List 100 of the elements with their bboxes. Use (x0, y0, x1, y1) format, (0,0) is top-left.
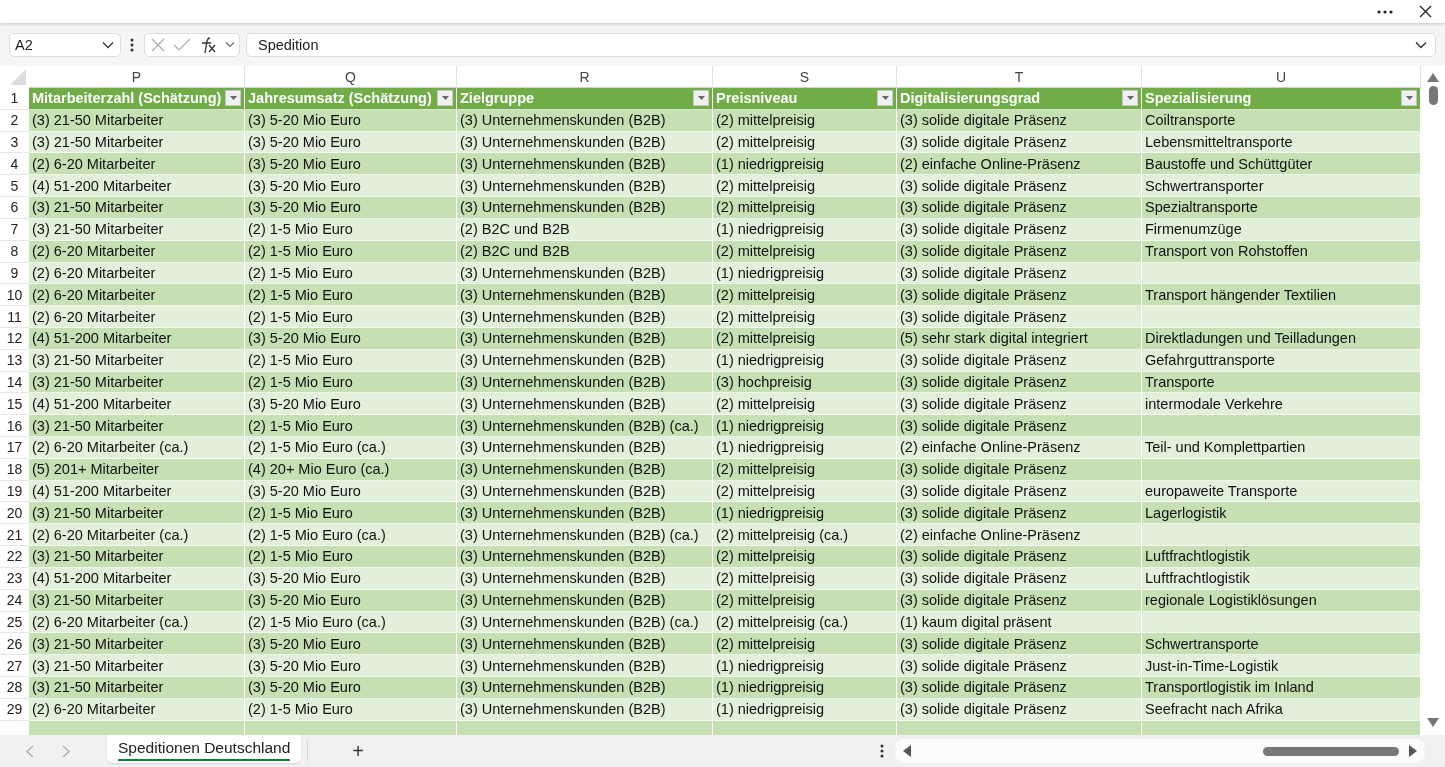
table-cell: (1) kaum digital präsent (897, 611, 1142, 634)
filter-button[interactable] (225, 90, 241, 107)
caret-icon[interactable] (1405, 96, 1413, 101)
table-cell: Spezialtransporte (1142, 197, 1421, 219)
scrollbar-thumb[interactable] (1263, 746, 1399, 756)
name-box[interactable]: A2 (9, 32, 121, 57)
table-cell: Gefahrguttransporte (1142, 349, 1421, 372)
header-label: Jahresumsatz (Schätzung) (248, 90, 432, 107)
caret-icon[interactable] (441, 96, 449, 101)
add-sheet-button[interactable]: + (348, 739, 369, 763)
table-cell: Baustoffe und Schüttgüter (1142, 153, 1421, 176)
table-cell: (2) 1-5 Mio Euro (245, 306, 457, 328)
table-cell: Transport von Rohstoffen (1142, 240, 1421, 263)
table-cell: (2) einfache Online-Präsenz (897, 524, 1142, 547)
table-cell: (3) Unternehmenskunden (B2B) (ca.) (457, 415, 713, 437)
filter-button[interactable] (1122, 90, 1138, 107)
scroll-right-icon[interactable] (1409, 745, 1417, 757)
chevron-down-icon[interactable] (225, 41, 235, 48)
table-cell: (2) 6-20 Mitarbeiter (29, 153, 245, 176)
filter-button[interactable] (877, 90, 893, 107)
table-cell: (3) solide digitale Präsenz (897, 109, 1142, 132)
table-cell: (4) 51-200 Mitarbeiter (29, 327, 245, 350)
table-cell: (5) 201+ Mitarbeiter (29, 458, 245, 481)
table-cell: (3) solide digitale Präsenz (897, 218, 1142, 241)
table-cell: (3) solide digitale Präsenz (897, 655, 1142, 677)
table-cell: (3) 21-50 Mitarbeiter (29, 109, 245, 132)
table-cell: (2) mittelpreisig (713, 546, 897, 568)
scrollbar-thumb[interactable] (1429, 86, 1438, 105)
table-cell: (3) solide digitale Präsenz (897, 306, 1142, 328)
table-cell: (3) Unternehmenskunden (B2B) (457, 480, 713, 503)
table-cell: (3) Unternehmenskunden (B2B) (457, 327, 713, 350)
table-cell: (3) 21-50 Mitarbeiter (29, 371, 245, 394)
table-cell: (3) solide digitale Präsenz (897, 698, 1142, 721)
table-cell: (3) solide digitale Präsenz (897, 589, 1142, 612)
header-label: Spezialisierung (1145, 90, 1252, 107)
close-icon[interactable] (1418, 5, 1432, 18)
table-cell: Direktladungen und Teilladungen (1142, 327, 1421, 350)
table-cell: (3) 5-20 Mio Euro (245, 480, 457, 503)
table-cell: (2) mittelpreisig (713, 284, 897, 307)
table-cell: (2) 1-5 Mio Euro (245, 218, 457, 241)
table-cell: (3) Unternehmenskunden (B2B) (457, 676, 713, 699)
horizontal-scrollbar[interactable] (895, 739, 1425, 763)
table-cell: (3) solide digitale Präsenz (897, 546, 1142, 568)
formula-field[interactable]: Spedition (246, 32, 1436, 57)
table-cell: (2) einfache Online-Präsenz (897, 437, 1142, 459)
table-cell: Seefracht nach Afrika (1142, 698, 1421, 721)
table-cell: (2) 1-5 Mio Euro (245, 415, 457, 437)
caret-icon[interactable] (229, 96, 237, 101)
table-cell: (3) solide digitale Präsenz (897, 131, 1142, 154)
caret-icon[interactable] (1126, 96, 1134, 101)
table-cell: (3) 21-50 Mitarbeiter (29, 676, 245, 699)
table-cell: Schwertransporte (1142, 633, 1421, 656)
table-cell: (3) 5-20 Mio Euro (245, 175, 457, 198)
table-cell: (3) 5-20 Mio Euro (245, 327, 457, 350)
table-cell: (3) solide digitale Präsenz (897, 284, 1142, 307)
chevron-down-icon[interactable] (1415, 40, 1427, 49)
table-cell: (3) Unternehmenskunden (B2B) (457, 175, 713, 198)
table-cell: Transport hängender Textilien (1142, 284, 1421, 307)
table-cell: (2) 6-20 Mitarbeiter (29, 262, 245, 285)
table-cell: Luftfrachtlogistik (1142, 546, 1421, 568)
table-cell: (3) Unternehmenskunden (B2B) (457, 458, 713, 481)
table-cell: (3) 5-20 Mio Euro (245, 589, 457, 612)
table-cell: (2) 6-20 Mitarbeiter (ca.) (29, 611, 245, 634)
sheet-tab[interactable]: Speditionen Deutschland (107, 735, 302, 763)
filter-button[interactable] (437, 90, 453, 107)
table-cell: (2) mittelpreisig (713, 240, 897, 263)
check-icon[interactable] (173, 37, 191, 52)
filter-button[interactable] (693, 90, 709, 107)
table-cell: europaweite Transporte (1142, 480, 1421, 503)
header-label: Mitarbeiterzahl (Schätzung) (32, 90, 222, 107)
filter-button[interactable] (1401, 90, 1417, 107)
table-cell: (1) niedrigpreisig (713, 502, 897, 525)
function-icon[interactable] (199, 35, 217, 54)
table-cell: (1) niedrigpreisig (713, 262, 897, 285)
scroll-down-icon[interactable] (1427, 718, 1439, 727)
table-cell: (2) 6-20 Mitarbeiter (29, 306, 245, 328)
chevron-down-icon[interactable] (102, 40, 114, 49)
table-cell: (2) einfache Online-Präsenz (897, 153, 1142, 176)
table-cell: Teil- und Komplettpartien (1142, 437, 1421, 459)
scroll-up-icon[interactable] (1427, 73, 1439, 82)
table-cell: (1) niedrigpreisig (713, 153, 897, 176)
caret-icon[interactable] (881, 96, 889, 101)
table-cell: (3) solide digitale Präsenz (897, 502, 1142, 525)
table-cell: (3) solide digitale Präsenz (897, 240, 1142, 263)
table-cell: (1) niedrigpreisig (713, 437, 897, 459)
more-options-icon[interactable] (880, 744, 884, 758)
table-cell: (3) solide digitale Präsenz (897, 415, 1142, 437)
table-cell: (3) 21-50 Mitarbeiter (29, 655, 245, 677)
more-options-icon[interactable] (1376, 8, 1394, 15)
table-cell: (3) 5-20 Mio Euro (245, 676, 457, 699)
table-cell: (2) 1-5 Mio Euro (245, 371, 457, 394)
table-cell: (3) 21-50 Mitarbeiter (29, 633, 245, 656)
table-cell: (3) Unternehmenskunden (B2B) (457, 393, 713, 416)
table-cell: (2) 1-5 Mio Euro (ca.) (245, 437, 457, 459)
scroll-left-icon[interactable] (903, 745, 911, 757)
table-cell: (2) mittelpreisig (ca.) (713, 524, 897, 547)
table-cell: (1) niedrigpreisig (713, 415, 897, 437)
table-cell: (2) 1-5 Mio Euro (245, 349, 457, 372)
caret-icon[interactable] (697, 96, 705, 101)
table-cell: (3) solide digitale Präsenz (897, 349, 1142, 372)
